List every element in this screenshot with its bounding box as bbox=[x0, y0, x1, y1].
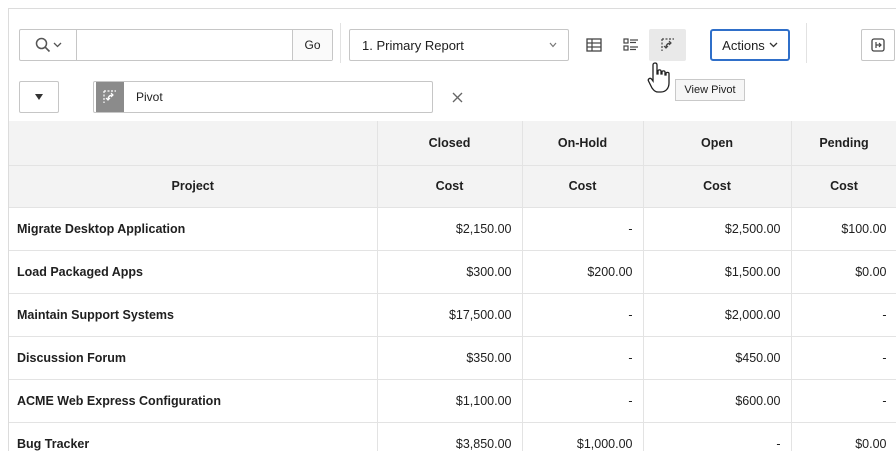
table-row: Discussion Forum $350.00 - $450.00 - bbox=[9, 336, 896, 380]
view-pivot-tooltip: View Pivot bbox=[675, 79, 745, 101]
export-icon bbox=[871, 38, 885, 52]
chevron-down-icon bbox=[549, 42, 557, 48]
table-cell: $2,150.00 bbox=[377, 207, 523, 251]
table-cell: $17,500.00 bbox=[377, 293, 523, 337]
row-label: Discussion Forum bbox=[9, 336, 378, 380]
actions-label: Actions bbox=[722, 37, 765, 53]
pivot-header-cell bbox=[9, 121, 378, 166]
table-cell: $3,850.00 bbox=[377, 422, 523, 451]
table-cell: $200.00 bbox=[522, 250, 644, 294]
actions-menu-button[interactable]: Actions bbox=[710, 29, 790, 61]
search-column-menu[interactable] bbox=[20, 30, 76, 60]
toolbar-divider bbox=[806, 23, 807, 63]
row-label: Migrate Desktop Application bbox=[9, 207, 378, 251]
table-row: Bug Tracker $3,850.00 $1,000.00 - $0.00 bbox=[9, 422, 896, 451]
table-cell: $450.00 bbox=[643, 336, 792, 380]
table-cell: $0.00 bbox=[791, 250, 896, 294]
row-label: Load Packaged Apps bbox=[9, 250, 378, 294]
report-select[interactable]: 1. Primary Report bbox=[349, 29, 569, 61]
table-cell: $2,000.00 bbox=[643, 293, 792, 337]
table-row: ACME Web Express Configuration $1,100.00… bbox=[9, 379, 896, 423]
view-detail-button[interactable] bbox=[612, 29, 649, 61]
column-header-cost[interactable]: Cost bbox=[643, 165, 792, 208]
table-cell: - bbox=[522, 293, 644, 337]
interactive-report: Go 1. Primary Report Actions View Pivot … bbox=[8, 8, 896, 451]
chip-icon-box bbox=[96, 82, 124, 112]
pivot-header-cell: Closed bbox=[377, 121, 523, 166]
pivot-header-cell: Open bbox=[643, 121, 792, 166]
table-cell: $100.00 bbox=[791, 207, 896, 251]
chevron-down-icon bbox=[53, 42, 61, 48]
row-label: ACME Web Express Configuration bbox=[9, 379, 378, 423]
table-cell: - bbox=[522, 379, 644, 423]
pivot-header-row: Closed On-Hold Open Pending bbox=[9, 121, 896, 166]
pivot-header-cell: Pending bbox=[791, 121, 896, 166]
column-header-row: Project Cost Cost Cost Cost bbox=[9, 165, 896, 208]
row-label: Bug Tracker bbox=[9, 422, 378, 451]
column-header-project[interactable]: Project bbox=[9, 165, 378, 208]
toolbar-divider bbox=[340, 23, 341, 63]
search-bar: Go bbox=[19, 29, 333, 61]
table-cell: $1,000.00 bbox=[522, 422, 644, 451]
report-toolbar: Go 1. Primary Report Actions bbox=[9, 9, 896, 69]
table-cell: $600.00 bbox=[643, 379, 792, 423]
row-label: Maintain Support Systems bbox=[9, 293, 378, 337]
table-cell: $350.00 bbox=[377, 336, 523, 380]
collapse-filters-button[interactable] bbox=[19, 81, 59, 113]
table-cell: - bbox=[791, 293, 896, 337]
pivot-header-cell: On-Hold bbox=[522, 121, 644, 166]
pivot-table: Closed On-Hold Open Pending Project Cost… bbox=[9, 121, 896, 451]
column-header-cost[interactable]: Cost bbox=[522, 165, 644, 208]
pivot-view-icon bbox=[103, 90, 116, 103]
table-cell: - bbox=[522, 207, 644, 251]
table-cell: $1,500.00 bbox=[643, 250, 792, 294]
pivot-filter-chip[interactable]: Pivot bbox=[93, 81, 433, 113]
column-header-cost[interactable]: Cost bbox=[791, 165, 896, 208]
caret-down-icon bbox=[35, 94, 43, 100]
search-icon bbox=[35, 37, 50, 53]
search-input[interactable] bbox=[76, 30, 292, 60]
remove-filter-button[interactable] bbox=[445, 85, 469, 109]
table-cell: - bbox=[791, 336, 896, 380]
view-pivot-button[interactable] bbox=[649, 29, 686, 61]
grid-view-icon bbox=[585, 38, 602, 52]
table-cell: $2,500.00 bbox=[643, 207, 792, 251]
table-row: Load Packaged Apps $300.00 $200.00 $1,50… bbox=[9, 250, 896, 294]
table-row: Maintain Support Systems $17,500.00 - $2… bbox=[9, 293, 896, 337]
detail-view-icon bbox=[622, 38, 638, 51]
chevron-down-icon bbox=[769, 42, 778, 48]
column-header-cost[interactable]: Cost bbox=[377, 165, 523, 208]
table-cell: - bbox=[643, 422, 792, 451]
hand-cursor-icon bbox=[647, 62, 670, 93]
table-row: Migrate Desktop Application $2,150.00 - … bbox=[9, 207, 896, 251]
view-switcher bbox=[575, 29, 695, 61]
table-cell: $0.00 bbox=[791, 422, 896, 451]
export-button[interactable] bbox=[861, 29, 895, 61]
table-cell: - bbox=[522, 336, 644, 380]
filter-chip-label: Pivot bbox=[136, 90, 163, 104]
go-button[interactable]: Go bbox=[292, 30, 332, 60]
table-cell: $300.00 bbox=[377, 250, 523, 294]
report-select-value: 1. Primary Report bbox=[362, 37, 464, 53]
table-cell: - bbox=[791, 379, 896, 423]
table-cell: $1,100.00 bbox=[377, 379, 523, 423]
pivot-view-icon bbox=[660, 38, 674, 51]
view-grid-button[interactable] bbox=[575, 29, 612, 61]
close-icon bbox=[452, 92, 462, 102]
